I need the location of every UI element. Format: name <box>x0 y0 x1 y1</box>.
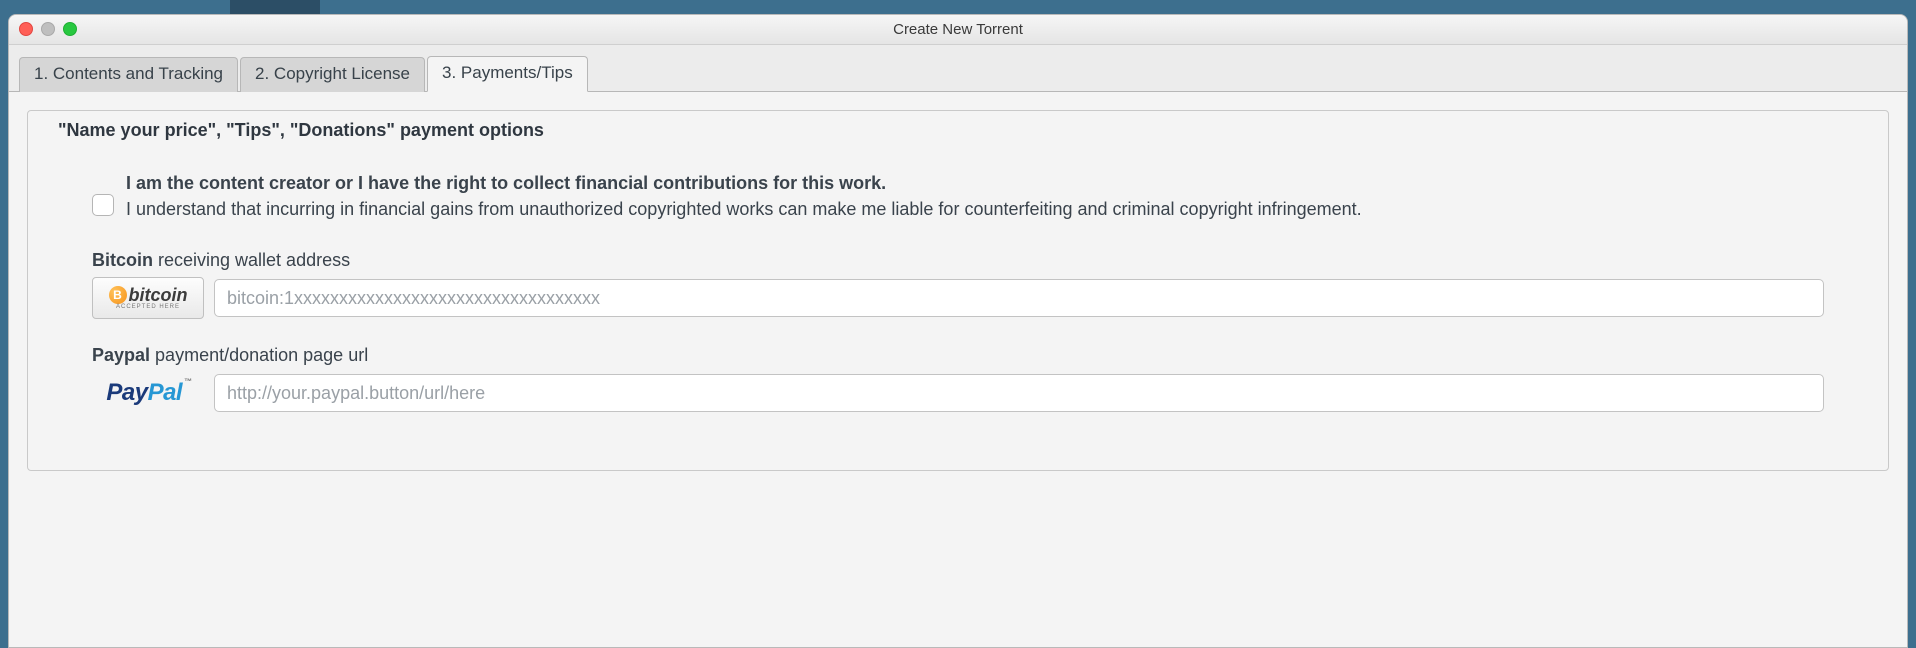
tab-contents-tracking[interactable]: 1. Contents and Tracking <box>19 57 238 92</box>
bitcoin-field-row: B bitcoin ACCEPTED HERE <box>92 277 1824 319</box>
consent-checkbox[interactable] <box>92 194 114 216</box>
bitcoin-badge-icon: B bitcoin ACCEPTED HERE <box>92 277 204 319</box>
payments-groupbox: "Name your price", "Tips", "Donations" p… <box>27 110 1889 471</box>
window-controls <box>19 22 77 36</box>
bitcoin-coin-icon: B <box>109 286 127 304</box>
titlebar: Create New Torrent <box>9 15 1907 45</box>
bitcoin-badge-sub: ACCEPTED HERE <box>116 304 180 310</box>
background-dark-segment <box>230 0 320 14</box>
zoom-window-button[interactable] <box>63 22 77 36</box>
disclaimer-text: I am the content creator or I have the r… <box>126 170 1362 222</box>
dialog-window: Create New Torrent 1. Contents and Track… <box>8 14 1908 648</box>
paypal-pal: Pal <box>148 379 183 407</box>
close-window-button[interactable] <box>19 22 33 36</box>
disclaimer-row: I am the content creator or I have the r… <box>92 170 1824 222</box>
bitcoin-label-rest: receiving wallet address <box>153 250 350 270</box>
disclaimer-rest: I understand that incurring in financial… <box>126 199 1362 219</box>
minimize-window-button[interactable] <box>41 22 55 36</box>
bitcoin-field-block: Bitcoin receiving wallet address B bitco… <box>92 250 1824 319</box>
paypal-label-strong: Paypal <box>92 345 150 365</box>
paypal-field-row: PayPal™ <box>92 372 1824 414</box>
paypal-label-rest: payment/donation page url <box>150 345 368 365</box>
paypal-badge-icon: PayPal™ <box>92 372 204 414</box>
paypal-tm: ™ <box>184 377 192 386</box>
bitcoin-address-input[interactable] <box>214 279 1824 317</box>
group-title: "Name your price", "Tips", "Donations" p… <box>52 120 550 141</box>
tabs-row: 1. Contents and Tracking 2. Copyright Li… <box>9 45 1907 92</box>
paypal-field-block: Paypal payment/donation page url PayPal™ <box>92 345 1824 414</box>
disclaimer-bold: I am the content creator or I have the r… <box>126 173 886 193</box>
tab-payments-tips[interactable]: 3. Payments/Tips <box>427 56 588 92</box>
paypal-url-input[interactable] <box>214 374 1824 412</box>
bitcoin-label: Bitcoin receiving wallet address <box>92 250 1824 271</box>
bitcoin-badge-text: bitcoin <box>129 286 188 304</box>
tab-copyright-license[interactable]: 2. Copyright License <box>240 57 425 92</box>
window-title: Create New Torrent <box>9 21 1907 38</box>
paypal-label: Paypal payment/donation page url <box>92 345 1824 366</box>
panel: "Name your price", "Tips", "Donations" p… <box>9 92 1907 647</box>
paypal-pay: Pay <box>106 379 147 407</box>
bitcoin-label-strong: Bitcoin <box>92 250 153 270</box>
